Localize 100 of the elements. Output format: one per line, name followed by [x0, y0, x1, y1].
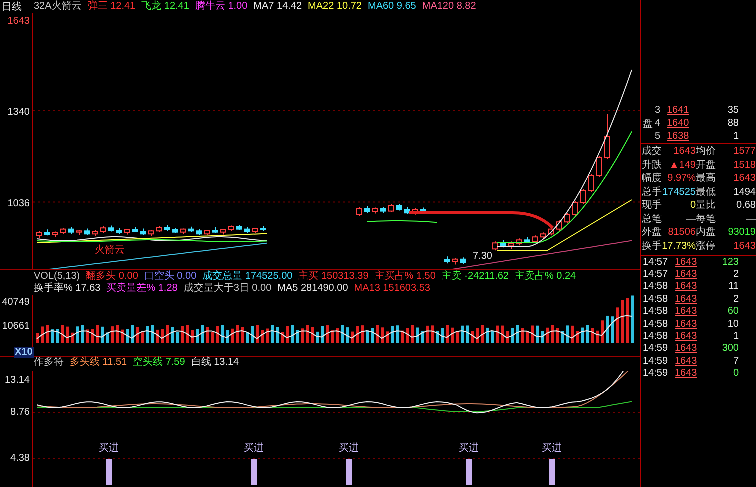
candle	[492, 241, 498, 252]
indicator-value: 主卖 -24211.62	[442, 270, 509, 283]
candle	[236, 224, 242, 232]
candle	[260, 226, 266, 232]
signal-label: 买进	[459, 443, 479, 454]
indicator-value: 换手率% 17.63	[34, 282, 101, 295]
signal-bar	[106, 459, 112, 485]
level-number: 4	[655, 118, 662, 129]
candle	[76, 229, 82, 236]
tick-time: 14:59	[643, 356, 669, 367]
indicator-value: MA120 8.82	[422, 0, 476, 12]
stat-value: 0	[689, 200, 696, 212]
candle	[148, 230, 154, 236]
candle	[452, 258, 458, 266]
candle	[156, 226, 162, 233]
chart-label: 火箭云	[95, 245, 125, 256]
signal-bar	[251, 459, 257, 485]
tick-time: 14:57	[643, 256, 669, 268]
candle	[244, 227, 250, 234]
level-number: 5	[655, 131, 662, 142]
stat-value: 17.73%	[662, 240, 696, 253]
candle	[556, 220, 562, 232]
candle	[420, 207, 426, 214]
candle	[604, 113, 610, 160]
tick-volume: 0	[732, 368, 739, 380]
tick-volume: 10	[726, 318, 739, 330]
tick-price: 1643	[675, 294, 698, 305]
candle	[44, 229, 50, 236]
indicator-value: 翻多头 0.00	[86, 270, 138, 282]
signal-label: 买进	[99, 443, 119, 454]
volume-value: 35	[726, 105, 739, 116]
tick-time: 14:58	[643, 281, 669, 292]
candle	[60, 228, 66, 235]
stat-value: 1518	[732, 160, 756, 172]
candle	[572, 200, 578, 217]
candle	[36, 230, 42, 240]
candle	[500, 240, 506, 248]
indicator-value: 买卖量差% 1.28	[106, 282, 178, 295]
candle	[84, 228, 90, 236]
stat-label: 最低	[696, 186, 716, 199]
stat-label: 每笔	[696, 214, 716, 226]
candle	[108, 225, 114, 232]
tick-volume: 60	[726, 306, 739, 318]
scale-label[interactable]: X10	[14, 347, 34, 358]
tick-price: 1643	[675, 331, 698, 342]
indicator-value: 口空头 0.00	[144, 270, 197, 282]
period-label[interactable]: 日线	[0, 0, 32, 14]
tick-time: 14:58	[643, 306, 669, 318]
indicator-value: 成交总量 174525.00	[202, 270, 293, 282]
tick-price: 1643	[675, 368, 698, 380]
tick-volume: 123	[721, 256, 739, 268]
tick-volume: 7	[732, 356, 739, 367]
volume-value: 88	[726, 118, 739, 129]
stat-label: 幅度	[642, 173, 662, 186]
tick-price: 1643	[675, 306, 698, 318]
axis-label: 13.14	[4, 375, 30, 386]
indicator-value: 主卖占% 0.24	[514, 270, 576, 283]
stat-value: 1643	[672, 146, 696, 158]
stat-label: 最高	[696, 173, 716, 186]
stat-value: 1643	[732, 173, 756, 186]
tick-price: 1643	[675, 343, 698, 354]
tick-volume: 11	[728, 281, 739, 292]
indicator-value: MA13 151603.53	[354, 282, 430, 295]
volume-value: 1	[732, 131, 739, 142]
stat-value: 0.68	[736, 200, 756, 212]
stat-value: 93019	[727, 227, 756, 240]
chart-label: 7.30	[473, 251, 492, 262]
stat-label: 升跌	[642, 160, 662, 172]
stat-label: 成交	[642, 146, 662, 158]
indicator-value: 腾牛云 1.00	[195, 0, 248, 12]
stat-label: 开盘	[696, 160, 716, 172]
stat-value: 81506	[667, 227, 696, 240]
candle	[444, 256, 450, 264]
stat-value: —	[745, 214, 756, 226]
stat-label: 现手	[642, 200, 662, 212]
candle	[596, 156, 602, 178]
candle	[220, 228, 226, 236]
indicator-value: 作多符	[34, 357, 64, 370]
candle	[140, 228, 146, 236]
candle	[396, 204, 402, 212]
order-book-label: 盘	[642, 118, 654, 130]
indicator-value: MA60 9.65	[368, 0, 416, 12]
candle	[212, 227, 218, 234]
stat-label: 涨停	[696, 240, 716, 253]
candle	[380, 206, 386, 214]
tick-time: 14:58	[643, 318, 669, 330]
tick-time: 14:59	[643, 343, 669, 354]
tick-price: 1643	[675, 356, 698, 367]
tick-time: 14:57	[643, 269, 669, 280]
tick-price: 1643	[675, 256, 698, 268]
signal-label: 买进	[244, 443, 264, 454]
stat-label: 量比	[696, 200, 716, 212]
signal-bar	[346, 459, 352, 485]
candle	[228, 225, 234, 232]
axis-label: 10661	[2, 321, 30, 332]
candle	[516, 238, 522, 246]
candle	[172, 228, 178, 234]
level-number: 3	[655, 105, 662, 116]
indicator-value: VOL(5,13)	[34, 270, 80, 282]
tick-price: 1643	[675, 318, 698, 330]
